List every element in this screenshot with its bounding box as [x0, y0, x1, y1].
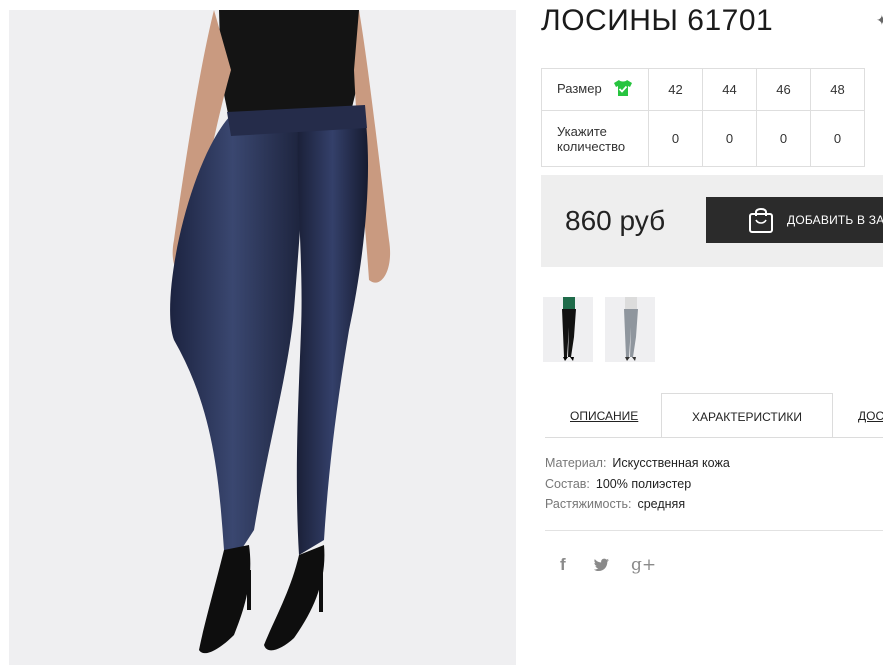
product-thumbnail[interactable] — [605, 297, 655, 362]
size-row: Размер 42 44 46 48 — [541, 68, 865, 111]
shopping-bag-icon — [748, 206, 774, 239]
spec-row: Растяжимость: средняя — [545, 497, 730, 518]
product-main-photo[interactable] — [9, 10, 516, 665]
spec-key: Материал: — [545, 456, 607, 470]
spec-value: средняя — [637, 497, 686, 511]
size-option[interactable]: 48 — [810, 68, 865, 111]
tab-delivery[interactable]: ДОС — [833, 393, 883, 437]
quantity-label: Укажите количество — [541, 110, 649, 167]
add-to-cart-label: ДОБАВИТЬ В ЗА — [787, 213, 883, 227]
tabs-divider — [545, 437, 883, 438]
product-title: ЛОСИНЫ 61701 — [541, 4, 774, 37]
tab-delivery-label: ДОС — [858, 409, 883, 423]
product-price: 860 руб — [565, 205, 666, 236]
quantity-input[interactable]: 0 — [810, 110, 865, 167]
quantity-input[interactable]: 0 — [756, 110, 811, 167]
twitter-icon[interactable] — [593, 557, 610, 577]
size-table: Размер 42 44 46 48 Укажите количество 0 … — [541, 68, 865, 167]
spec-row: Материал: Искусственная кожа — [545, 456, 730, 477]
size-option[interactable]: 46 — [756, 68, 811, 111]
spec-value: 100% полиэстер — [595, 476, 692, 491]
size-option[interactable]: 44 — [702, 68, 757, 111]
product-thumbnail[interactable] — [543, 297, 593, 362]
divider — [545, 530, 883, 531]
googleplus-icon[interactable]: g+ — [631, 555, 656, 575]
size-label: Размер — [557, 80, 602, 96]
spec-value: Искусственная кожа — [612, 456, 730, 470]
quantity-input[interactable]: 0 — [648, 110, 703, 167]
size-chart-tshirt-icon[interactable] — [613, 79, 633, 100]
size-label-cell: Размер — [541, 68, 649, 111]
quantity-input[interactable]: 0 — [702, 110, 757, 167]
characteristics-list: Материал: Искусственная кожа Состав: 100% … — [545, 456, 730, 518]
spec-key: Растяжимость: — [545, 497, 632, 511]
spec-key: Состав: — [545, 476, 590, 491]
price-panel: 860 руб ДОБАВИТЬ В ЗА — [541, 175, 883, 267]
tab-description[interactable]: ОПИСАНИЕ — [541, 393, 661, 437]
size-option[interactable]: 42 — [648, 68, 703, 111]
tab-description-label: ОПИСАНИЕ — [570, 409, 639, 423]
tab-characteristics[interactable]: ХАРАКТЕРИСТИКИ — [661, 393, 833, 437]
add-to-cart-button[interactable]: ДОБАВИТЬ В ЗА — [706, 197, 883, 243]
spec-row: Состав: 100% полиэстер — [545, 477, 730, 498]
tab-characteristics-label: ХАРАКТЕРИСТИКИ — [692, 410, 803, 424]
quantity-row: Укажите количество 0 0 0 0 — [541, 110, 865, 167]
facebook-icon[interactable]: f — [560, 555, 566, 575]
favorite-icon[interactable]: ✦ — [876, 12, 883, 29]
